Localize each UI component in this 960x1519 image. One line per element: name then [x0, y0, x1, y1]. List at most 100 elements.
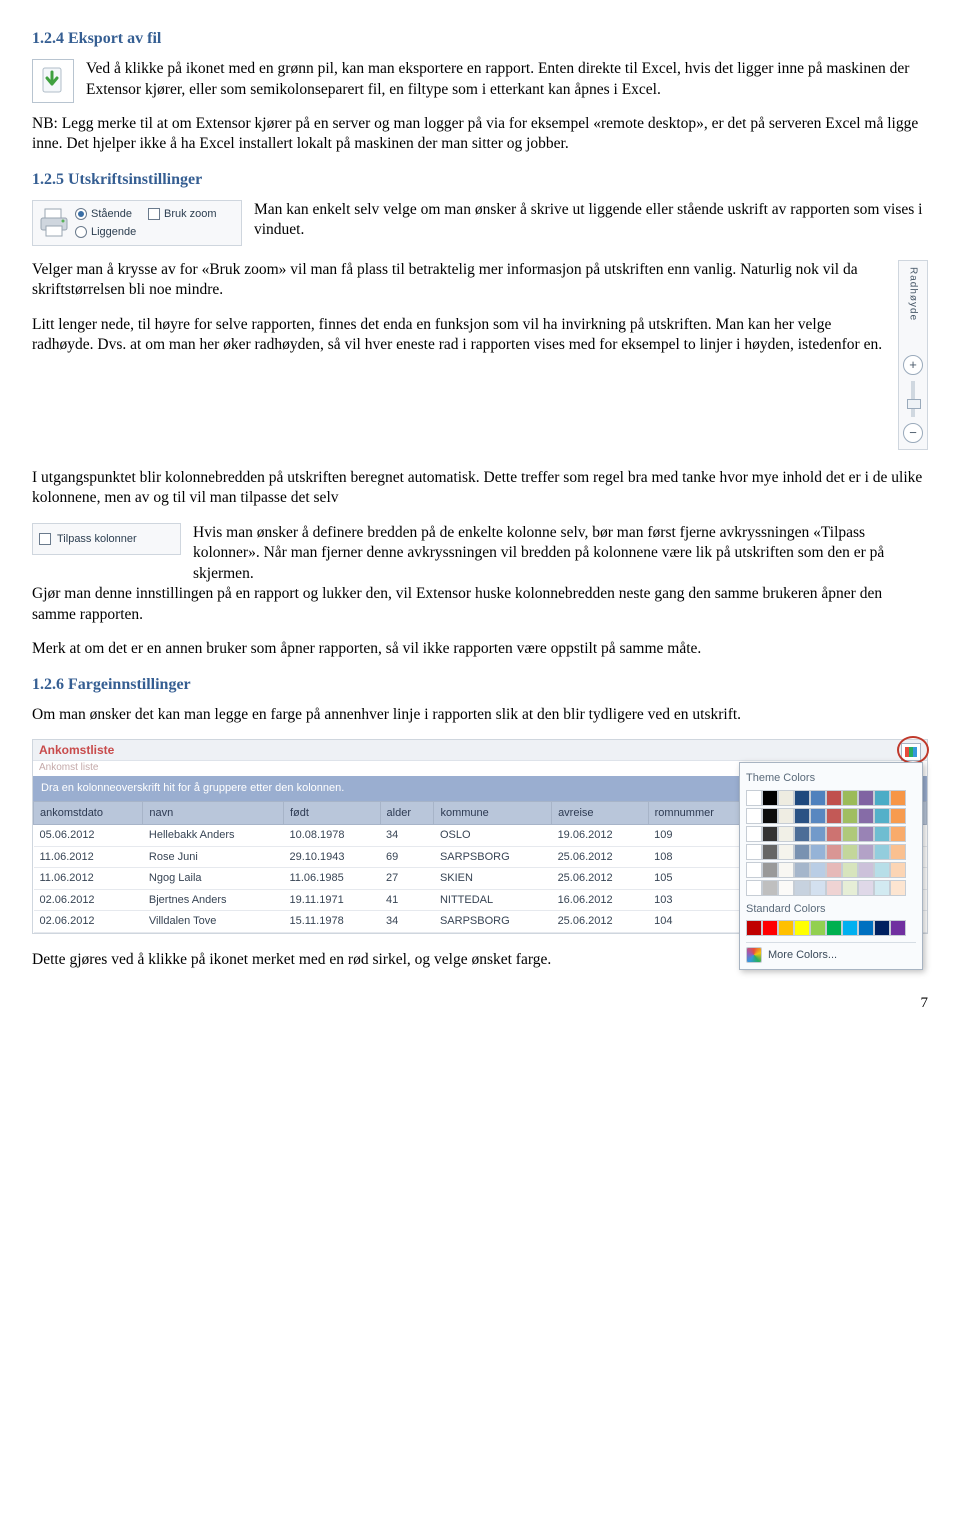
column-header[interactable]: ankomstdato	[34, 801, 143, 825]
checkbox-brukzoom[interactable]	[148, 208, 160, 220]
color-swatch[interactable]	[794, 790, 810, 806]
color-swatch[interactable]	[826, 826, 842, 842]
radio-liggende[interactable]	[75, 226, 87, 238]
color-swatch[interactable]	[794, 826, 810, 842]
radhoyde-track[interactable]	[911, 381, 915, 417]
color-swatch[interactable]	[842, 808, 858, 824]
radhoyde-thumb[interactable]	[907, 399, 921, 409]
table-cell: SARPSBORG	[434, 846, 552, 868]
color-swatch[interactable]	[746, 808, 762, 824]
color-swatch[interactable]	[778, 790, 794, 806]
color-swatch[interactable]	[762, 844, 778, 860]
color-swatch[interactable]	[874, 808, 890, 824]
color-swatch[interactable]	[746, 826, 762, 842]
color-swatch[interactable]	[858, 862, 874, 878]
color-swatch[interactable]	[890, 808, 906, 824]
color-swatch[interactable]	[762, 920, 778, 936]
color-swatch[interactable]	[874, 862, 890, 878]
color-swatch[interactable]	[794, 844, 810, 860]
color-swatch[interactable]	[874, 844, 890, 860]
checkbox-tilpass[interactable]	[39, 533, 51, 545]
table-cell: SKIEN	[434, 868, 552, 890]
radhoyde-plus[interactable]: +	[903, 355, 923, 375]
color-swatch[interactable]	[842, 844, 858, 860]
color-swatch[interactable]	[890, 880, 906, 896]
table-cell: NITTEDAL	[434, 889, 552, 911]
row-color-button[interactable]	[901, 743, 921, 761]
column-header[interactable]: kommune	[434, 801, 552, 825]
color-swatch[interactable]	[826, 808, 842, 824]
radhoyde-minus[interactable]: −	[903, 423, 923, 443]
more-colors-button[interactable]: More Colors...	[746, 942, 916, 963]
color-swatch[interactable]	[826, 790, 842, 806]
color-swatch[interactable]	[826, 880, 842, 896]
color-swatch[interactable]	[762, 790, 778, 806]
color-swatch[interactable]	[794, 862, 810, 878]
color-swatch[interactable]	[842, 880, 858, 896]
radhoyde-slider[interactable]: Radhøyde + −	[898, 260, 928, 450]
color-swatch[interactable]	[890, 920, 906, 936]
color-swatch[interactable]	[810, 826, 826, 842]
table-cell: 27	[380, 868, 434, 890]
paragraph: Merk at om det er en annen bruker som åp…	[32, 639, 928, 659]
color-swatch[interactable]	[810, 790, 826, 806]
color-swatch[interactable]	[746, 790, 762, 806]
color-swatch[interactable]	[858, 880, 874, 896]
label-standing: Stående	[91, 207, 132, 222]
color-swatch[interactable]	[778, 826, 794, 842]
column-header[interactable]: avreise	[552, 801, 649, 825]
color-swatch[interactable]	[778, 808, 794, 824]
radio-standing[interactable]	[75, 208, 87, 220]
color-swatch[interactable]	[778, 920, 794, 936]
color-swatch[interactable]	[762, 808, 778, 824]
color-swatch[interactable]	[778, 844, 794, 860]
table-cell: 25.06.2012	[552, 911, 649, 933]
color-swatch[interactable]	[826, 844, 842, 860]
report-ankomstliste: Ankomstliste Ankomst liste Theme Colors …	[32, 739, 928, 934]
color-swatch[interactable]	[794, 920, 810, 936]
color-swatch[interactable]	[842, 826, 858, 842]
color-swatch[interactable]	[858, 826, 874, 842]
column-header[interactable]: romnummer	[648, 801, 752, 825]
color-swatch[interactable]	[794, 880, 810, 896]
color-swatch[interactable]	[810, 808, 826, 824]
color-swatch[interactable]	[890, 862, 906, 878]
color-swatch[interactable]	[762, 862, 778, 878]
color-swatch[interactable]	[858, 844, 874, 860]
color-swatch[interactable]	[874, 826, 890, 842]
color-swatch[interactable]	[890, 844, 906, 860]
color-swatch[interactable]	[810, 920, 826, 936]
color-swatch[interactable]	[842, 920, 858, 936]
color-swatch[interactable]	[874, 790, 890, 806]
color-swatch[interactable]	[810, 880, 826, 896]
color-swatch[interactable]	[874, 920, 890, 936]
color-swatch[interactable]	[762, 826, 778, 842]
color-swatch[interactable]	[810, 862, 826, 878]
radhoyde-label: Radhøyde	[906, 267, 919, 347]
color-swatch[interactable]	[778, 880, 794, 896]
color-swatch[interactable]	[890, 826, 906, 842]
color-swatch[interactable]	[826, 920, 842, 936]
color-swatch[interactable]	[746, 844, 762, 860]
color-swatch[interactable]	[858, 808, 874, 824]
color-swatch[interactable]	[842, 862, 858, 878]
color-swatch[interactable]	[746, 880, 762, 896]
color-swatch[interactable]	[858, 920, 874, 936]
color-swatch[interactable]	[794, 808, 810, 824]
table-cell: 19.11.1971	[283, 889, 380, 911]
color-swatch[interactable]	[858, 790, 874, 806]
column-header[interactable]: alder	[380, 801, 434, 825]
color-swatch[interactable]	[810, 844, 826, 860]
color-swatch[interactable]	[874, 880, 890, 896]
table-cell: Hellebakk Anders	[143, 825, 284, 847]
color-swatch[interactable]	[890, 790, 906, 806]
color-swatch[interactable]	[746, 862, 762, 878]
column-header[interactable]: navn	[143, 801, 284, 825]
color-swatch[interactable]	[826, 862, 842, 878]
color-swatch[interactable]	[842, 790, 858, 806]
theme-colors-label: Theme Colors	[746, 771, 916, 786]
color-swatch[interactable]	[778, 862, 794, 878]
column-header[interactable]: født	[283, 801, 380, 825]
color-swatch[interactable]	[746, 920, 762, 936]
color-swatch[interactable]	[762, 880, 778, 896]
